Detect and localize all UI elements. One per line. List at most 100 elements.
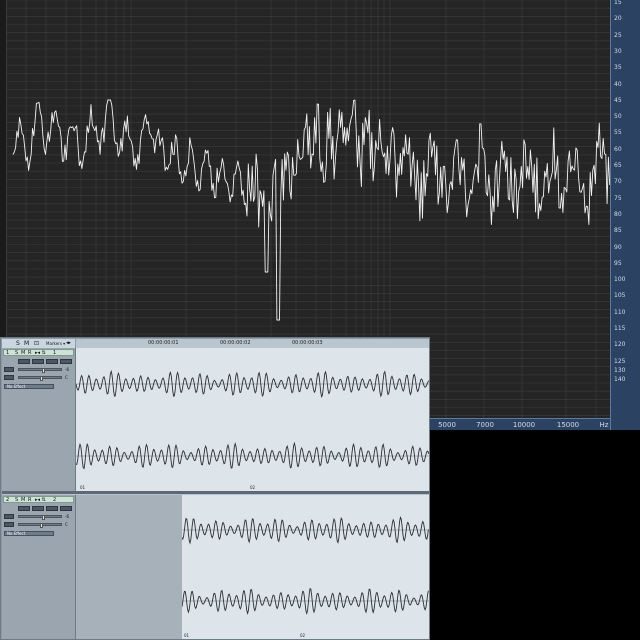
loop-icon[interactable]: ⊡	[34, 340, 39, 347]
freq-tick-label: 7000	[476, 421, 494, 429]
track-1: 1 S M R ▸◂ ⇅ 1 -6 C No Effect 01 02	[2, 348, 429, 491]
pan-icon	[4, 375, 14, 380]
db-tick-label: 25	[614, 31, 622, 39]
marker-label: 01	[80, 485, 86, 490]
freq-tick-label: 15000	[556, 421, 580, 429]
track-1-header: 1 S M R ▸◂ ⇅ 1	[3, 349, 74, 356]
global-mute-button[interactable]: M	[24, 340, 29, 347]
db-scale: 15 20 25 30 35 40 45 50 55 60 65 70 75 80 85 90 95 100 105…	[610, 0, 640, 430]
timecode-label: 00:00:00:03	[292, 340, 323, 346]
db-tick-label: 55	[614, 129, 622, 137]
track-1-lane[interactable]: 01 02	[76, 348, 429, 491]
marker-label: 02	[300, 633, 306, 638]
db-tick-label: 125	[614, 357, 626, 365]
marker-label: 01	[184, 633, 190, 638]
track-routing-row	[4, 506, 74, 511]
pan-value: C	[65, 522, 68, 527]
freq-tick-label: 5000	[438, 421, 456, 429]
db-tick-label: 35	[614, 64, 622, 72]
db-tick-label: 105	[614, 292, 626, 300]
input-select[interactable]	[18, 506, 30, 511]
pan-slider[interactable]	[18, 376, 62, 381]
pan-slider[interactable]	[18, 523, 62, 528]
automation-select[interactable]	[46, 506, 58, 511]
pan-slider-knob[interactable]	[40, 376, 43, 381]
db-tick-label: 65	[614, 162, 622, 169]
output-select[interactable]	[32, 506, 44, 511]
volume-fader-knob[interactable]	[42, 368, 45, 373]
audio-clip[interactable]: 01 02	[182, 495, 429, 639]
db-tick-label: 95	[614, 259, 622, 267]
track-2: 2 S M R ▸◂ ⇅ 2 -6 C No Effect 01 02	[2, 495, 429, 639]
db-tick-label: 100	[614, 276, 626, 284]
track-record-button[interactable]: R	[28, 350, 31, 356]
freq-unit-label: Hz	[599, 421, 609, 429]
effect-insert-label: No Effect	[7, 384, 26, 389]
volume-icon	[4, 514, 14, 519]
volume-value: -6	[65, 367, 69, 372]
empty-lane-region[interactable]	[76, 495, 182, 639]
track-solo-button[interactable]: S	[15, 350, 18, 356]
marker-label: 02	[250, 485, 256, 490]
volume-value: -6	[65, 514, 69, 519]
track-solo-button[interactable]: S	[15, 497, 18, 503]
track-2-lane[interactable]: 01 02	[76, 495, 429, 639]
db-tick-label: 140	[614, 375, 626, 383]
markers-dropdown[interactable]: Markers ▾	[46, 340, 65, 347]
db-tick-label: 15	[614, 0, 622, 6]
db-tick-label: 50	[614, 113, 622, 121]
track-routing-row	[4, 359, 74, 364]
volume-fader[interactable]	[18, 515, 62, 520]
db-tick-label: 45	[614, 96, 622, 104]
track-mute-button[interactable]: M	[21, 350, 25, 356]
db-tick-label: 30	[614, 47, 622, 55]
db-tick-label: 90	[614, 243, 622, 251]
group-select[interactable]	[60, 506, 72, 511]
output-select[interactable]	[32, 359, 44, 364]
track-mute-button[interactable]: M	[21, 497, 25, 503]
global-solo-button[interactable]: S	[16, 340, 20, 347]
db-tick-label: 80	[614, 210, 622, 218]
volume-fader[interactable]	[18, 368, 62, 373]
effect-insert-slot[interactable]: No Effect	[4, 384, 54, 389]
volume-icon	[4, 367, 14, 372]
track-record-button[interactable]: R	[28, 497, 31, 503]
track-2-controls: 2 S M R ▸◂ ⇅ 2 -6 C No Effect	[2, 495, 76, 639]
pan-icon	[4, 522, 14, 527]
pan-row: C	[4, 375, 74, 381]
pan-row: C	[4, 522, 74, 528]
volume-fader-knob[interactable]	[42, 515, 45, 520]
db-tick-label: 60	[614, 145, 622, 153]
track-2-header: 2 S M R ▸◂ ⇅ 2	[3, 496, 74, 503]
db-tick-label: 20	[614, 15, 622, 23]
effect-insert-label: No Effect	[7, 531, 26, 536]
db-tick-label: 70	[614, 178, 622, 186]
group-select[interactable]	[60, 359, 72, 364]
db-tick-label: 75	[614, 194, 622, 202]
audio-clip[interactable]: 01 02	[76, 348, 429, 491]
pan-slider-knob[interactable]	[40, 523, 43, 528]
db-tick-label: 85	[614, 227, 622, 235]
effect-insert-slot[interactable]: No Effect	[4, 531, 54, 536]
track-io-icon[interactable]: ▸◂ ⇅	[35, 350, 46, 356]
track-name[interactable]: 2	[53, 497, 56, 503]
timecode-label: 00:00:00:01	[148, 340, 179, 346]
input-select[interactable]	[18, 359, 30, 364]
nav-arrows-icon[interactable]: ◂▸	[66, 340, 71, 347]
track-number: 1	[6, 350, 10, 356]
track-name[interactable]: 1	[53, 350, 56, 356]
automation-select[interactable]	[46, 359, 58, 364]
waveform	[76, 369, 429, 470]
spectrum-trace	[12, 99, 610, 321]
track-io-icon[interactable]: ▸◂ ⇅	[35, 497, 46, 503]
multitrack-editor-window: S M ⊡ Markers ▾ ◂▸ 00:00:00:01 00:00:00:…	[0, 337, 430, 640]
pan-value: C	[65, 375, 68, 380]
volume-row: -6	[4, 367, 74, 373]
db-tick-label: 120	[614, 341, 626, 349]
db-tick-label: 130	[614, 366, 626, 374]
freq-tick-label: 10000	[512, 421, 536, 429]
db-tick-label: 115	[614, 325, 626, 332]
waveform	[182, 516, 429, 616]
volume-row: -6	[4, 514, 74, 520]
track-1-controls: 1 S M R ▸◂ ⇅ 1 -6 C No Effect	[2, 348, 76, 491]
